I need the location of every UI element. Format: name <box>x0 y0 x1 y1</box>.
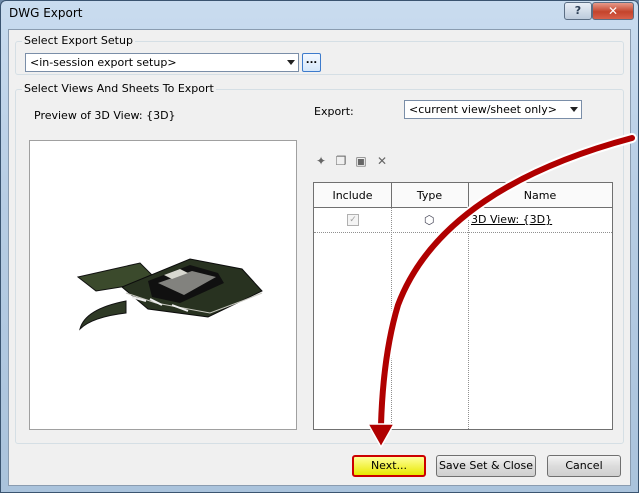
export-scope-combo[interactable]: <current view/sheet only> <box>404 100 582 119</box>
new-set-icon[interactable]: ✦ <box>314 154 328 168</box>
view-name[interactable]: 3D View: {3D} <box>471 213 552 226</box>
save-set-close-button[interactable]: Save Set & Close <box>436 455 536 477</box>
chevron-down-icon <box>287 60 295 65</box>
export-setup-group-label: Select Export Setup <box>22 34 135 47</box>
column-divider <box>468 208 469 429</box>
column-header-type[interactable]: Type <box>391 183 468 208</box>
dialog-client-area: Select Export Setup <in-session export s… <box>8 29 631 486</box>
cancel-button[interactable]: Cancel <box>547 455 621 477</box>
column-header-name[interactable]: Name <box>468 183 612 208</box>
help-button[interactable]: ? <box>564 2 592 20</box>
views-table: Include Type Name ✓ ⬡ 3D View: {3D} <box>313 182 613 430</box>
export-setup-combo[interactable]: <in-session export setup> <box>25 53 299 72</box>
column-header-include[interactable]: Include <box>314 183 391 208</box>
export-scope-value: <current view/sheet only> <box>409 103 557 116</box>
delete-set-icon[interactable]: ✕ <box>375 154 389 168</box>
column-divider <box>391 183 392 208</box>
close-button[interactable]: ✕ <box>592 2 634 20</box>
column-divider <box>468 183 469 208</box>
views-sheets-group-label: Select Views And Sheets To Export <box>22 82 216 95</box>
preview-label: Preview of 3D View: {3D} <box>34 109 176 122</box>
window-title: DWG Export <box>9 6 83 20</box>
rename-set-icon[interactable]: ▣ <box>354 154 368 168</box>
title-bar[interactable]: DWG Export ? ✕ <box>1 1 638 25</box>
include-checkbox[interactable]: ✓ <box>347 214 359 226</box>
export-label: Export: <box>314 105 354 118</box>
export-setup-value: <in-session export setup> <box>30 56 177 69</box>
table-row[interactable]: ✓ ⬡ 3D View: {3D} <box>314 208 612 233</box>
column-divider <box>391 208 392 429</box>
view-preview <box>29 140 297 430</box>
duplicate-set-icon[interactable]: ❐ <box>334 154 348 168</box>
browse-setup-button[interactable]: ... <box>302 53 321 72</box>
model-preview-image <box>76 258 263 331</box>
chevron-down-icon <box>570 107 578 112</box>
dialog-window: DWG Export ? ✕ Select Export Setup <in-s… <box>0 0 639 493</box>
3d-view-icon: ⬡ <box>424 213 435 227</box>
next-button[interactable]: Next... <box>352 455 426 477</box>
